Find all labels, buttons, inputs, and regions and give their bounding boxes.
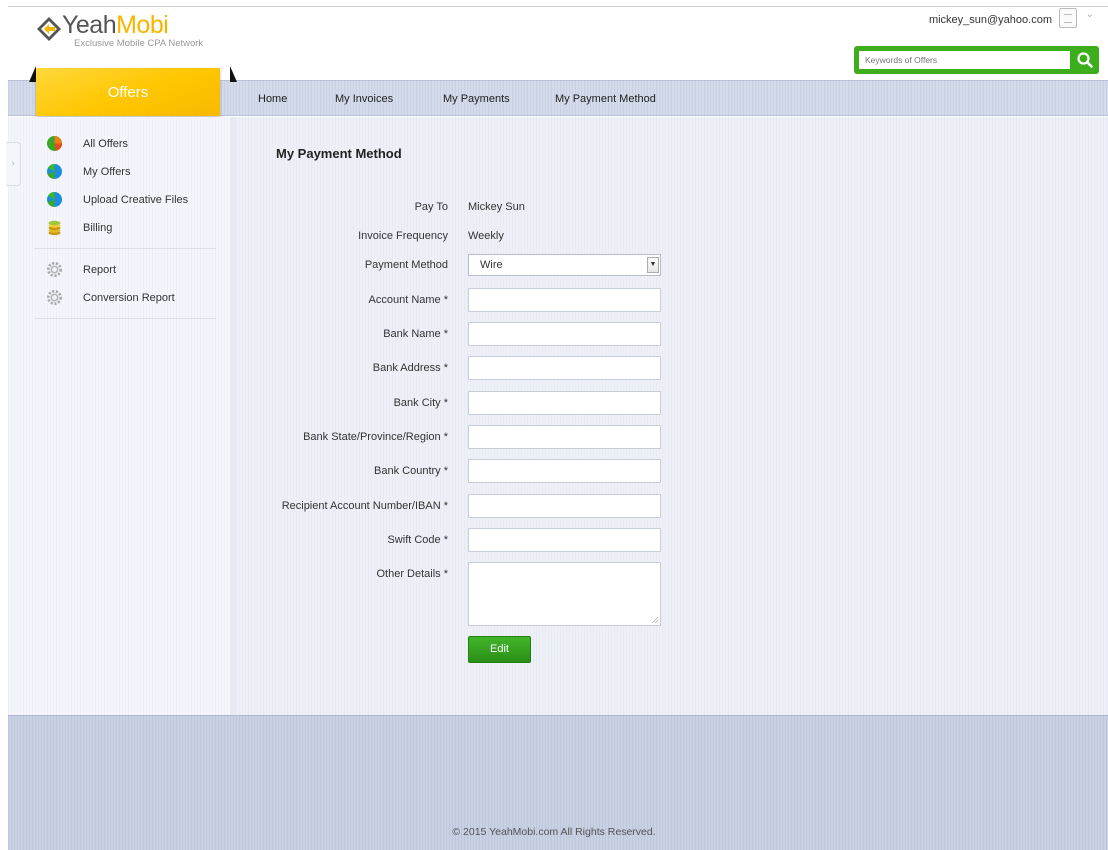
bank-city-field[interactable]: [468, 391, 661, 415]
other-details-textarea[interactable]: [468, 562, 661, 626]
nav-my-invoices[interactable]: My Invoices: [335, 93, 393, 105]
bank-state-field[interactable]: [468, 425, 661, 449]
recipient-account-label: Recipient Account Number/IBAN *: [281, 500, 448, 512]
recipient-account-field[interactable]: [468, 494, 661, 518]
bank-address-field[interactable]: [468, 356, 661, 380]
bank-address-label: Bank Address *: [372, 362, 448, 374]
logo-tagline: Exclusive Mobile CPA Network: [74, 38, 204, 49]
bank-country-label: Bank Country *: [374, 465, 448, 477]
nav-my-payments[interactable]: My Payments: [443, 93, 510, 105]
sidebar: [8, 117, 230, 715]
pie-chart-icon: [47, 192, 62, 207]
sidebar-separator: [34, 318, 216, 319]
page-title: My Payment Method: [276, 146, 402, 161]
coins-icon: [48, 220, 61, 236]
search-icon[interactable]: [1075, 50, 1095, 70]
sidebar-item-label: Conversion Report: [83, 292, 175, 304]
user-email[interactable]: mickey_sun@yahoo.com: [929, 14, 1052, 26]
swift-code-label: Swift Code *: [387, 534, 448, 546]
search-input[interactable]: [859, 51, 1070, 69]
chevron-down-icon: ▼: [647, 257, 659, 273]
document-icon[interactable]: [1059, 8, 1077, 28]
bank-name-label: Bank Name *: [383, 328, 448, 340]
logo-mark-icon: [37, 17, 61, 41]
invoice-frequency-value: Weekly: [468, 230, 504, 242]
swift-code-field[interactable]: [468, 528, 661, 552]
payment-method-value: Wire: [480, 259, 503, 271]
tab-offers[interactable]: Offers: [36, 68, 220, 116]
resize-handle-icon[interactable]: [652, 617, 658, 623]
sidebar-separator: [34, 248, 216, 249]
yeahmobi-logo[interactable]: YeahMobi Exclusive Mobile CPA Network: [36, 11, 236, 49]
payment-method-label: Payment Method: [364, 259, 448, 271]
sidebar-item-label: All Offers: [83, 138, 129, 150]
edit-button[interactable]: Edit: [468, 636, 531, 663]
main-content: [236, 117, 1108, 715]
bank-city-label: Bank City *: [393, 397, 448, 409]
bank-state-label: Bank State/Province/Region *: [303, 431, 448, 443]
chevron-down-icon[interactable]: ⌄: [1086, 9, 1094, 20]
other-details-label: Other Details *: [376, 568, 448, 580]
sidebar-item-label: Report: [83, 264, 117, 276]
nav-my-payment-method[interactable]: My Payment Method: [555, 93, 656, 105]
gear-icon: [47, 262, 62, 277]
search-bar: [854, 46, 1099, 74]
pay-to-value: Mickey Sun: [468, 201, 525, 213]
logo-wordmark: YeahMobi: [62, 11, 169, 39]
sidebar-toggle[interactable]: ›: [6, 142, 21, 186]
account-name-label: Account Name *: [368, 294, 448, 306]
sidebar-item-label: Upload Creative Files: [83, 194, 189, 206]
pay-to-label: Pay To: [414, 201, 448, 213]
nav-home[interactable]: Home: [258, 93, 287, 105]
account-name-field[interactable]: [468, 288, 661, 312]
sidebar-item-label: Billing: [83, 222, 113, 234]
gear-icon: [47, 290, 62, 305]
sidebar-item-label: My Offers: [83, 166, 131, 178]
payment-method-select[interactable]: Wire ▼: [468, 254, 661, 276]
bank-country-field[interactable]: [468, 459, 661, 483]
copyright-text: © 2015 YeahMobi.com All Rights Reserved.: [452, 826, 656, 838]
chevron-right-icon: ›: [11, 158, 15, 169]
invoice-frequency-label: Invoice Frequency: [358, 230, 448, 242]
pie-chart-icon: [47, 164, 62, 179]
bank-name-field[interactable]: [468, 322, 661, 346]
pie-chart-icon: [47, 136, 62, 151]
